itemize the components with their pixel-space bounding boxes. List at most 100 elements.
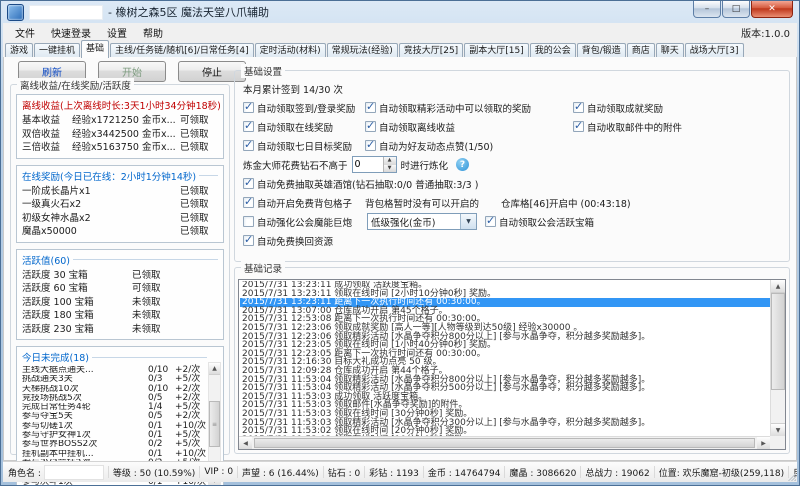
alchemy-row: 炼金大师花费钻石不高于 ▲ ▼ 时进行炼化 ? [243, 155, 781, 174]
menu-settings[interactable]: 设置 [99, 24, 135, 41]
alchemy-suffix-label: 时进行炼化 [401, 158, 449, 172]
checkbox-icon [243, 178, 254, 189]
auto-offline-income-checkbox[interactable]: 自动领取离线收益 [365, 120, 573, 134]
checkbox-icon [243, 197, 254, 208]
resize-grip[interactable] [787, 472, 796, 481]
signin-summary: 本月累计签到 14/30 次 [243, 82, 343, 96]
offline-row: 三倍收益 经验x5163750 金币x... 已领取 [22, 141, 218, 155]
window-title: - 橡树之森5区 魔法天堂八爪辅助 [108, 4, 269, 20]
scrollbar-thumb[interactable] [254, 438, 755, 448]
scrollbar-thumb[interactable] [771, 293, 785, 390]
tab-my-guild[interactable]: 我的公会 [530, 43, 576, 58]
status-badge: 未领取 [132, 309, 170, 323]
status-badge: 未领取 [132, 296, 170, 310]
tab-arena-hall[interactable]: 竞技大厅[25] [399, 43, 463, 58]
checkbox-icon [365, 121, 376, 132]
status-badge: 可领取 [132, 282, 170, 296]
tab-basic[interactable]: 基础 [81, 40, 109, 58]
checkbox-icon [485, 216, 496, 227]
tab-game[interactable]: 游戏 [5, 43, 33, 58]
scroll-down-icon[interactable]: ▼ [771, 423, 785, 436]
basic-tab-page: 刷新 开始 停止 离线收益/在线奖励/活跃度 离线收益(上次离线时长:3天1小时… [3, 57, 797, 461]
status-badge: 已领取 [180, 212, 218, 226]
scrollbar-thumb[interactable]: ≡ [209, 401, 220, 447]
activity-row: 活跃度 60 宝箱 可领取 [22, 282, 218, 296]
bag-row: 自动开启免费背包格子 背包格暂时没有可以开启的 仓库格[46]开启中 (00:4… [243, 193, 781, 212]
auto-guild-chest-checkbox[interactable]: 自动领取公会活跃宝箱 [485, 215, 594, 229]
checkbox-icon [573, 102, 584, 113]
checkbox-icon [243, 121, 254, 132]
auto-seven-day-goal-checkbox[interactable]: 自动领取七日目标奖励 [243, 139, 365, 153]
alchemy-spinner[interactable]: ▲ ▼ [352, 156, 397, 173]
level-status: 等级 : 50 (10.59%) [113, 466, 195, 479]
tab-dungeon-hall[interactable]: 副本大厅[15] [464, 43, 528, 58]
total-power-status: 总战力 : 19062 [585, 466, 649, 479]
auto-guild-cannon-checkbox[interactable]: 自动强化公会魔能巨炮 [243, 215, 365, 229]
auto-online-reward-checkbox[interactable]: 自动领取在线奖励 [243, 120, 365, 134]
auto-redeem-resource-checkbox[interactable]: 自动免费换回资源 [243, 234, 333, 248]
close-button[interactable]: ✕ [751, 1, 793, 18]
basic-settings-title: 基础设置 [241, 64, 285, 78]
activity-row: 活跃度 180 宝箱 未领取 [22, 309, 218, 323]
scroll-up-icon[interactable]: ▲ [771, 280, 785, 293]
scrollbar-corner [770, 436, 785, 449]
log-vertical-scrollbar[interactable]: ▲ ▼ [770, 280, 785, 436]
scroll-up-icon[interactable]: ▲ [209, 363, 220, 375]
tab-chat[interactable]: 聊天 [656, 43, 684, 58]
tab-strip: 游戏 一键挂机 基础 主线/任务链/随机[6]/日常任务[4] 定时活动(材料)… [3, 41, 797, 58]
tab-one-key[interactable]: 一键挂机 [34, 43, 80, 58]
settings-row-3: 自动领取七日目标奖励 自动为好友动态点赞(1/50) [243, 136, 781, 155]
spinner-down-icon[interactable]: ▼ [383, 165, 396, 173]
title-bar[interactable]: - 橡树之森5区 魔法天堂八爪辅助 – □ ✕ [1, 1, 799, 23]
signin-summary-row: 本月累计签到 14/30 次 [243, 79, 781, 98]
auto-tavern-draw-checkbox[interactable]: 自动免费抽取英雄酒馆(钻石抽取:0/0 普通抽取:3/3 ) [243, 177, 478, 191]
offline-income-header: 离线收益(上次离线时长:3天1小时34分钟18秒) [22, 98, 218, 112]
log-listbox[interactable]: 2015/7/31 13:23:11 成功领取 活跃度宝箱。 2015/7/31… [238, 279, 786, 450]
menu-quick-login[interactable]: 快速登录 [43, 24, 99, 41]
tab-bag-forge[interactable]: 背包/锻造 [577, 43, 626, 58]
status-badge: 已领取 [180, 128, 218, 142]
cannon-strengthen-select[interactable]: 低级强化(金币) ▼ [367, 213, 477, 230]
bag-status-text: 背包格暂时没有可以开启的 [365, 196, 479, 210]
auto-open-bag-slot-checkbox[interactable]: 自动开启免费背包格子 [243, 196, 365, 210]
guild-cannon-row: 自动强化公会魔能巨炮 低级强化(金币) ▼ 自动领取公会活跃宝箱 [243, 212, 781, 231]
tab-mainline-daily[interactable]: 主线/任务链/随机[6]/日常任务[4] [110, 43, 254, 58]
activity-header: 活跃值(60) [22, 253, 218, 267]
auto-event-reward-checkbox[interactable]: 自动领取精彩活动中可以领取的奖励 [365, 101, 573, 115]
log-horizontal-scrollbar[interactable]: ◀ ▶ [239, 436, 770, 449]
activity-row: 活跃度 100 宝箱 未领取 [22, 296, 218, 310]
menu-help[interactable]: 帮助 [135, 24, 171, 41]
auto-mail-attachment-checkbox[interactable]: 自动收取邮件中的附件 [573, 120, 682, 134]
scroll-right-icon[interactable]: ▶ [757, 437, 770, 449]
activity-row: 活跃度 230 宝箱 未领取 [22, 323, 218, 337]
auto-achievement-reward-checkbox[interactable]: 自动领取成就奖励 [573, 101, 663, 115]
auto-friend-like-checkbox[interactable]: 自动为好友动态点赞(1/50) [365, 139, 493, 153]
tab-timed-activity[interactable]: 定时活动(材料) [255, 43, 326, 58]
basic-log-title: 基础记录 [241, 261, 285, 275]
tab-shop[interactable]: 商店 [627, 43, 655, 58]
maximize-button[interactable]: □ [722, 1, 750, 18]
status-badge: 已领取 [180, 185, 218, 199]
help-icon[interactable]: ? [456, 158, 469, 171]
basic-settings-group: 基础设置 本月累计签到 14/30 次 自动领取签到/登录奖励 自动领取精彩活动… [234, 70, 790, 262]
alchemy-value-input[interactable] [353, 157, 383, 172]
tab-battlefield-hall[interactable]: 战场大厅[3] [685, 43, 744, 58]
character-name-label: 角色名 : [8, 466, 41, 479]
status-badge: 已领取 [132, 269, 170, 283]
tab-regular-play[interactable]: 常规玩法(经验) [327, 43, 398, 58]
vip-status: VIP : 0 [204, 467, 233, 477]
warehouse-status-text: 仓库格[46]开启中 (00:43:18) [501, 196, 631, 210]
scroll-left-icon[interactable]: ◀ [239, 437, 252, 449]
status-badge: 可领取 [180, 114, 218, 128]
character-name-value [44, 465, 104, 480]
menu-file[interactable]: 文件 [7, 24, 43, 41]
rewards-group-title: 离线收益/在线奖励/活跃度 [17, 78, 134, 92]
spinner-up-icon[interactable]: ▲ [383, 157, 396, 165]
online-row: 一级真火石x2 已领取 [22, 198, 218, 212]
checkbox-icon [365, 140, 376, 151]
log-rows: 2015/7/31 13:23:11 成功领取 活跃度宝箱。 2015/7/31… [240, 281, 770, 436]
auto-signin-reward-checkbox[interactable]: 自动领取签到/登录奖励 [243, 101, 365, 115]
version-label: 版本:1.0.0 [741, 25, 793, 40]
minimize-button[interactable]: – [693, 1, 721, 18]
menu-bar: 文件 快速登录 设置 帮助 版本:1.0.0 [3, 23, 797, 41]
